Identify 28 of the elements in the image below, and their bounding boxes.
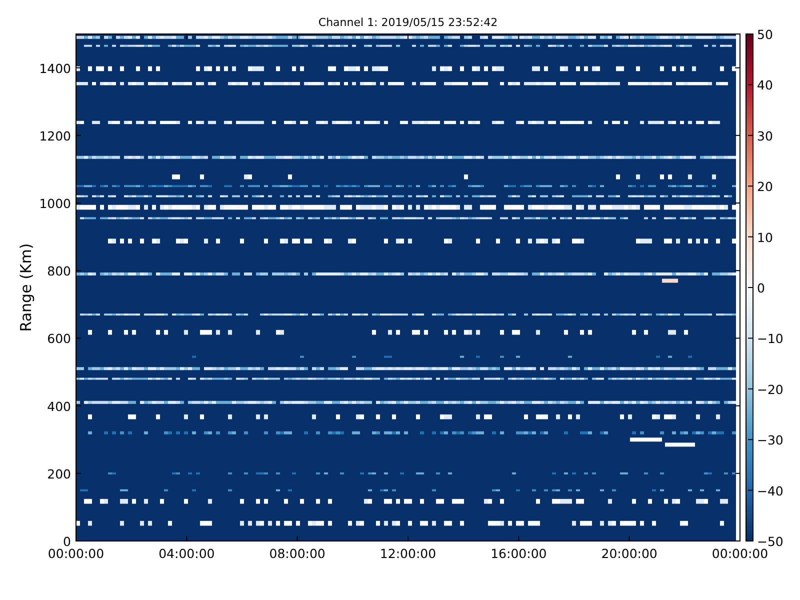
colorbar-tick-label: −30 — [757, 432, 784, 448]
tick-label: 08:00:00 — [269, 546, 326, 561]
tick-label: 400 — [47, 398, 71, 414]
colorbar-tick-label: 30 — [757, 128, 773, 144]
colorbar-tick-label: 10 — [757, 230, 773, 245]
tick-label: 1400 — [39, 60, 71, 76]
tick-label: 12:00:00 — [380, 546, 436, 561]
colorbar-tick-label: −50 — [757, 534, 784, 549]
colorbar-tick-label: 20 — [757, 179, 773, 194]
tick-label: 600 — [47, 331, 71, 346]
axis-label: Range (Km) — [17, 243, 35, 332]
tick-label: 00:00:00 — [48, 546, 104, 561]
colorbar-tick-label: 40 — [757, 78, 773, 93]
colorbar-tick-label: −40 — [757, 483, 784, 498]
tick-label: 16:00:00 — [490, 546, 547, 561]
tick-label: 200 — [47, 466, 71, 482]
chart-title: Channel 1: 2019/05/15 23:52:42 — [318, 16, 498, 29]
colorbar-tick-label: −10 — [757, 331, 784, 346]
tick-label: 0 — [63, 534, 71, 549]
tick-label: 20:00:00 — [601, 546, 658, 561]
colorbar-tick-label: −20 — [757, 382, 784, 397]
colorbar-tick-label: 0 — [757, 280, 765, 296]
tick-label: 1200 — [39, 128, 71, 144]
tick-label: 1000 — [39, 196, 71, 211]
tick-label: 800 — [47, 264, 71, 279]
colorbar-tick-label: 50 — [757, 27, 773, 42]
tick-label: 04:00:00 — [158, 546, 215, 561]
tick-label: 00:00:00 — [712, 546, 768, 561]
